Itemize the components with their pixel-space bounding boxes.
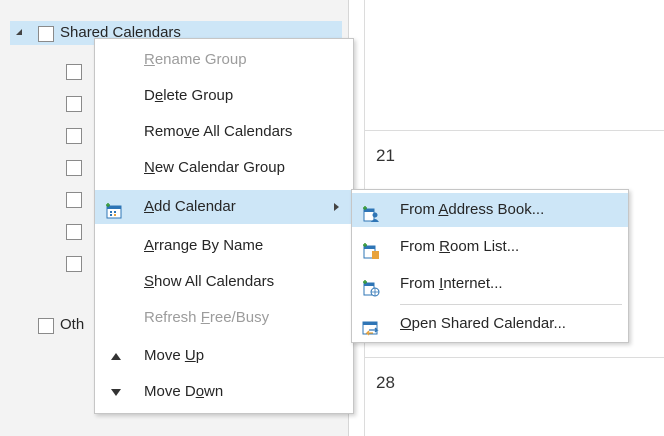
other-calendars-label: Oth [60,316,85,333]
calendar-checkbox-1[interactable] [66,64,82,80]
shared-calendars-checkbox[interactable] [38,26,54,42]
menu-item-remove-all-calendars[interactable]: Remove All Calendars [95,115,353,149]
calendar-checkbox-6[interactable] [66,224,82,240]
menu-item-move-down[interactable]: Move Down [95,375,353,409]
add-calendar-icon [105,198,123,219]
menu-item-label: Refresh Free/Busy [144,309,270,326]
menu-item-new-calendar-group[interactable]: New Calendar Group [95,151,353,185]
menu-item-label: New Calendar Group [144,159,285,176]
menu-item-label: Remove All Calendars [144,123,293,140]
submenu-item-label: From Room List... [400,238,520,255]
menu-item-move-up[interactable]: Move Up [95,339,353,373]
calendar-checkbox-3[interactable] [66,128,82,144]
menu-item-label: Move Down [144,383,224,400]
move-up-icon [111,353,121,360]
menu-item-delete-group[interactable]: Delete Group [95,79,353,113]
calendar-checkbox-5[interactable] [66,192,82,208]
menu-item-label: Arrange By Name [144,237,264,254]
menu-item-label: Add Calendar [144,198,236,215]
expand-collapse-icon[interactable] [16,29,22,35]
calendar-checkbox-2[interactable] [66,96,82,112]
internet-calendar-icon [362,275,380,297]
submenu-item-open-shared-calendar[interactable]: Open Shared Calendar... [352,307,628,341]
week-divider-2 [365,357,664,358]
menu-item-label: Move Up [144,347,205,364]
menu-item-label: Show All Calendars [144,273,275,290]
submenu-item-label: From Internet... [400,275,503,292]
add-calendar-submenu: From Address Book... From Room List... F… [351,189,629,343]
other-calendars-checkbox[interactable] [38,318,54,334]
submenu-item-label: Open Shared Calendar... [400,315,566,332]
menu-item-show-all-calendars[interactable]: Show All Calendars [95,265,353,299]
menu-item-label: Rename Group [144,51,247,68]
submenu-item-from-address-book[interactable]: From Address Book... [352,193,628,227]
menu-item-label: Delete Group [144,87,234,104]
menu-item-add-calendar[interactable]: Add Calendar [95,190,353,224]
day-28[interactable]: 28 [376,373,395,393]
submenu-item-from-internet[interactable]: From Internet... [352,267,628,301]
submenu-separator [400,304,622,305]
calendar-checkbox-4[interactable] [66,160,82,176]
week-divider-1 [365,130,664,131]
move-down-icon [111,389,121,396]
room-list-icon [362,238,380,259]
open-shared-calendar-icon [362,315,380,336]
submenu-item-from-room-list[interactable]: From Room List... [352,230,628,264]
day-21[interactable]: 21 [376,146,395,166]
menu-item-refresh-free-busy[interactable]: Refresh Free/Busy [95,301,353,335]
submenu-arrow-icon [334,203,339,211]
address-book-icon [362,201,380,222]
submenu-item-label: From Address Book... [400,201,545,218]
menu-item-rename-group[interactable]: Rename Group [95,43,353,77]
calendar-checkbox-7[interactable] [66,256,82,272]
menu-item-arrange-by-name[interactable]: Arrange By Name [95,229,353,263]
context-menu: Rename Group Delete Group Remove All Cal… [94,38,354,414]
